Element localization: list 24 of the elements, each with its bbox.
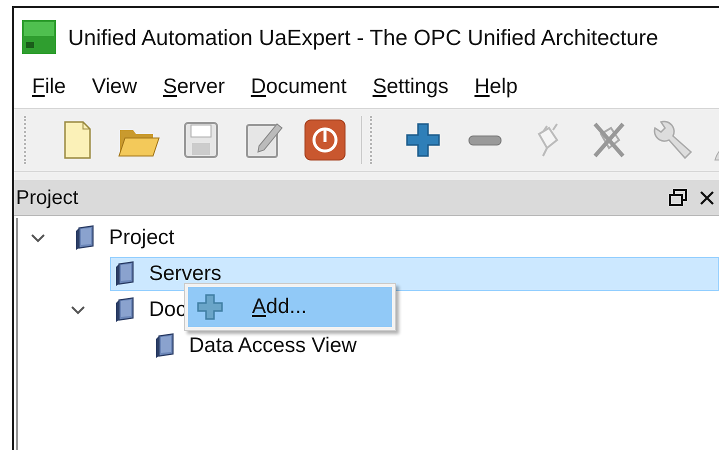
toolbar-grip[interactable]	[24, 116, 27, 164]
chevron-down-icon[interactable]	[30, 232, 46, 244]
tree-item-label: Project	[109, 225, 174, 252]
tree-item[interactable]: Project	[70, 221, 180, 255]
tree-item[interactable]: Servers	[110, 257, 719, 291]
toolbar-grip[interactable]	[370, 116, 373, 164]
menu-item[interactable]: Help	[474, 71, 518, 103]
menu-item[interactable]: Settings	[372, 71, 448, 103]
close-icon[interactable]	[699, 190, 715, 206]
tree-item-label: Servers	[149, 261, 222, 288]
menu-item[interactable]: View	[92, 71, 137, 103]
plus-icon	[196, 293, 224, 321]
menu-item[interactable]: Server	[162, 71, 225, 103]
window-title: Unified Automation UaExpert - The OPC Unified Architecture	[68, 24, 658, 52]
menu-item[interactable]: File	[32, 71, 66, 103]
tree-item-label: Data Access View	[189, 333, 357, 360]
context-menu-item[interactable]: Add...	[188, 287, 392, 327]
app-logo-icon	[22, 20, 56, 54]
panel-title: Project	[15, 186, 78, 210]
float-icon[interactable]	[669, 188, 687, 206]
chevron-down-icon[interactable]	[70, 304, 86, 316]
menu-item[interactable]: Document	[250, 71, 347, 103]
tree-item[interactable]: Data Access View	[150, 329, 362, 363]
tree-item-label: Doc	[149, 297, 186, 324]
